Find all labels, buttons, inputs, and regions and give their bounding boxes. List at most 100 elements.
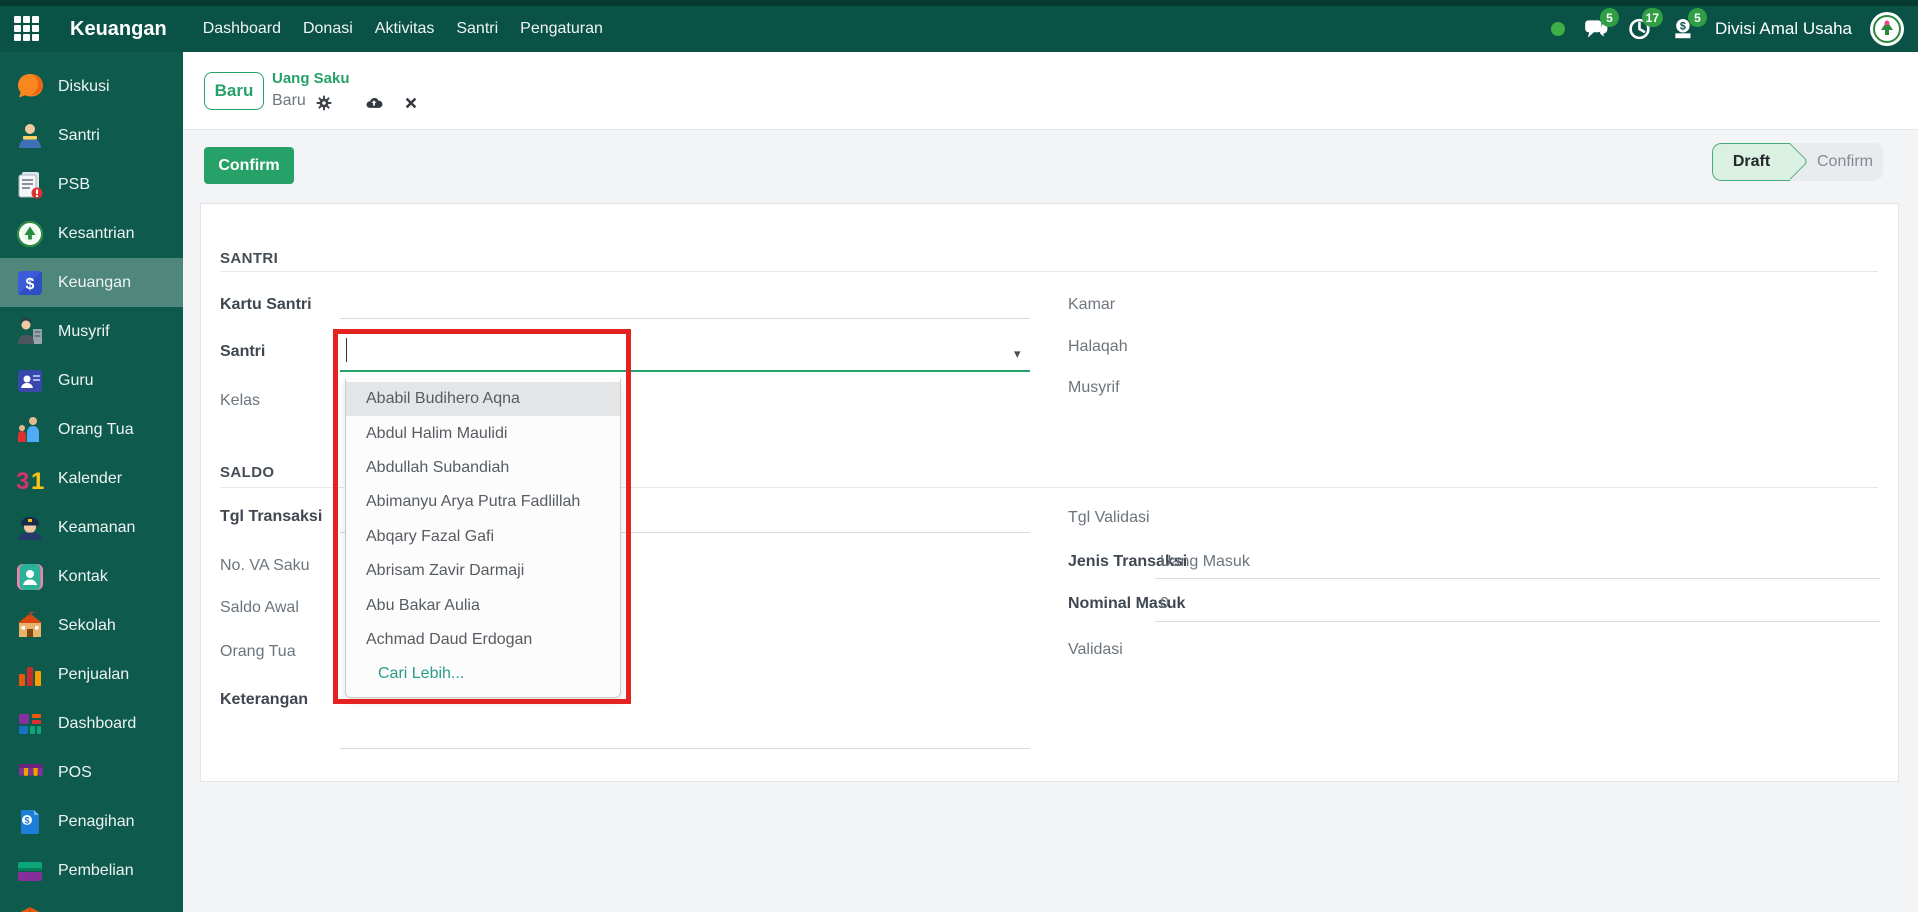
sidebar-item-label: Pembelian bbox=[58, 862, 134, 880]
svg-text:$: $ bbox=[24, 815, 29, 825]
nav-item-pengaturan[interactable]: Pengaturan bbox=[520, 20, 603, 38]
sidebar-item-stok-persediaan[interactable]: Stok Persediaan bbox=[0, 895, 183, 912]
sidebar-item-musyrif[interactable]: Musyrif bbox=[0, 307, 183, 356]
sidebar-item-label: Keamanan bbox=[58, 519, 135, 537]
field-label-kartu-santri: Kartu Santri bbox=[220, 295, 312, 315]
messages-icon[interactable]: 5 bbox=[1583, 16, 1609, 42]
dropdown-option[interactable]: Abu Bakar Aulia bbox=[346, 588, 620, 622]
nominal-masuk-field-line[interactable] bbox=[1155, 621, 1880, 622]
company-name[interactable]: Divisi Amal Usaha bbox=[1715, 19, 1852, 39]
activities-badge: 17 bbox=[1642, 8, 1663, 27]
dropdown-option[interactable]: Abdullah Subandiah bbox=[346, 451, 620, 485]
discard-x-icon[interactable] bbox=[402, 94, 420, 112]
dropdown-option[interactable]: Abqary Fazal Gafi bbox=[346, 520, 620, 554]
santri-icon bbox=[13, 119, 47, 153]
sidebar-item-pembelian[interactable]: Pembelian bbox=[0, 846, 183, 895]
sidebar-item-label: Diskusi bbox=[58, 78, 110, 96]
svg-text:$: $ bbox=[26, 276, 35, 293]
sidebar-item-keuangan[interactable]: $ Keuangan bbox=[0, 258, 183, 307]
sidebar-item-label: Penjualan bbox=[58, 666, 129, 684]
dropdown-option[interactable]: Achmad Daud Erdogan bbox=[346, 623, 620, 657]
sidebar-item-penjualan[interactable]: Penjualan bbox=[0, 650, 183, 699]
apps-grid-icon[interactable] bbox=[14, 16, 40, 42]
field-label-santri: Santri bbox=[220, 342, 265, 362]
gear-icon[interactable] bbox=[315, 94, 333, 112]
field-label-halaqah: Halaqah bbox=[1068, 337, 1128, 357]
keamanan-icon bbox=[13, 511, 47, 545]
kontak-icon bbox=[13, 560, 47, 594]
sidebar-item-kontak[interactable]: Kontak bbox=[0, 552, 183, 601]
keuangan-icon: $ bbox=[13, 266, 47, 300]
sidebar-item-orang-tua[interactable]: Orang Tua bbox=[0, 405, 183, 454]
sidebar-item-santri[interactable]: Santri bbox=[0, 111, 183, 160]
online-status-dot bbox=[1551, 22, 1565, 36]
status-tab-confirm[interactable]: Confirm bbox=[1807, 143, 1883, 181]
sidebar-item-kalender[interactable]: 31 Kalender bbox=[0, 454, 183, 503]
section-header-santri: SANTRI bbox=[220, 250, 278, 267]
payments-icon[interactable]: $ 5 bbox=[1671, 16, 1697, 42]
save-cloud-icon[interactable] bbox=[365, 94, 383, 112]
messages-badge: 5 bbox=[1600, 8, 1619, 27]
sidebar: Diskusi Santri PSB Kesantrian $ Keuangan… bbox=[0, 52, 183, 912]
sidebar-item-label: Keuangan bbox=[58, 274, 131, 292]
search-more-link[interactable]: Cari Lebih... bbox=[346, 657, 620, 691]
dropdown-option[interactable]: Abimanyu Arya Putra Fadlillah bbox=[346, 485, 620, 519]
nav-item-santri[interactable]: Santri bbox=[456, 20, 498, 38]
activities-icon[interactable]: 17 bbox=[1627, 16, 1653, 42]
sidebar-item-label: Orang Tua bbox=[58, 421, 134, 439]
nominal-masuk-value[interactable]: 0 bbox=[1160, 594, 1169, 614]
field-label-kamar: Kamar bbox=[1068, 295, 1115, 315]
dropdown-option[interactable]: Abrisam Zavir Darmaji bbox=[346, 554, 620, 588]
sidebar-item-label: PSB bbox=[58, 176, 90, 194]
musyrif-icon bbox=[13, 315, 47, 349]
kartu-santri-field-line[interactable] bbox=[340, 318, 1030, 319]
breadcrumb-record-name: Baru bbox=[272, 92, 306, 110]
nav-item-dashboard[interactable]: Dashboard bbox=[203, 20, 281, 38]
payments-badge: 5 bbox=[1688, 8, 1707, 27]
nav-item-aktivitas[interactable]: Aktivitas bbox=[375, 20, 435, 38]
sidebar-item-sekolah[interactable]: Sekolah bbox=[0, 601, 183, 650]
field-label-tgl-validasi: Tgl Validasi bbox=[1068, 508, 1150, 528]
status-tab-draft[interactable]: Draft bbox=[1712, 143, 1790, 181]
jenis-transaksi-field-line[interactable] bbox=[1155, 578, 1880, 579]
sidebar-item-label: Musyrif bbox=[58, 323, 110, 341]
confirm-button[interactable]: Confirm bbox=[204, 147, 294, 184]
field-label-validasi: Validasi bbox=[1068, 640, 1123, 660]
sidebar-item-kesantrian[interactable]: Kesantrian bbox=[0, 209, 183, 258]
sidebar-item-dashboard[interactable]: Dashboard bbox=[0, 699, 183, 748]
sidebar-item-label: Kesantrian bbox=[58, 225, 135, 243]
sidebar-item-label: Sekolah bbox=[58, 617, 116, 635]
sidebar-item-guru[interactable]: Guru bbox=[0, 356, 183, 405]
sidebar-item-psb[interactable]: PSB bbox=[0, 160, 183, 209]
field-label-musyrif: Musyrif bbox=[1068, 378, 1120, 398]
sidebar-item-penagihan[interactable]: $ Penagihan bbox=[0, 797, 183, 846]
svg-text:3: 3 bbox=[16, 468, 29, 495]
svg-text:$: $ bbox=[1680, 21, 1686, 33]
chevron-down-icon[interactable]: ▾ bbox=[1014, 346, 1021, 362]
sidebar-item-pos[interactable]: POS bbox=[0, 748, 183, 797]
santri-input-underline[interactable] bbox=[340, 370, 1030, 372]
status-bar: Draft Confirm bbox=[1712, 143, 1883, 181]
jenis-transaksi-value[interactable]: Uang Masuk bbox=[1160, 552, 1250, 572]
orang-tua-icon bbox=[13, 413, 47, 447]
field-label-tgl-transaksi: Tgl Transaksi bbox=[220, 507, 322, 527]
guru-icon bbox=[13, 364, 47, 398]
sidebar-item-label: Guru bbox=[58, 372, 94, 390]
dropdown-option[interactable]: Abdul Halim Maulidi bbox=[346, 416, 620, 450]
sidebar-item-label: Dashboard bbox=[58, 715, 136, 733]
breadcrumb-list-link[interactable]: Uang Saku bbox=[272, 70, 350, 87]
sidebar-item-diskusi[interactable]: Diskusi bbox=[0, 62, 183, 111]
new-record-button[interactable]: Baru bbox=[204, 72, 264, 110]
sidebar-item-label: Kalender bbox=[58, 470, 122, 488]
kalender-icon: 31 bbox=[13, 462, 47, 496]
nav-item-donasi[interactable]: Donasi bbox=[303, 20, 353, 38]
user-avatar[interactable] bbox=[1870, 12, 1904, 46]
sidebar-item-keamanan[interactable]: Keamanan bbox=[0, 503, 183, 552]
sidebar-item-label: Santri bbox=[58, 127, 100, 145]
text-cursor bbox=[346, 338, 347, 362]
dashboard-icon bbox=[13, 707, 47, 741]
dropdown-option[interactable]: Ababil Budihero Aqna bbox=[346, 382, 620, 416]
keterangan-field-line[interactable] bbox=[340, 748, 1030, 749]
navbar-left: Keuangan Dashboard Donasi Aktivitas Sant… bbox=[14, 16, 603, 42]
app-name[interactable]: Keuangan bbox=[70, 18, 167, 41]
